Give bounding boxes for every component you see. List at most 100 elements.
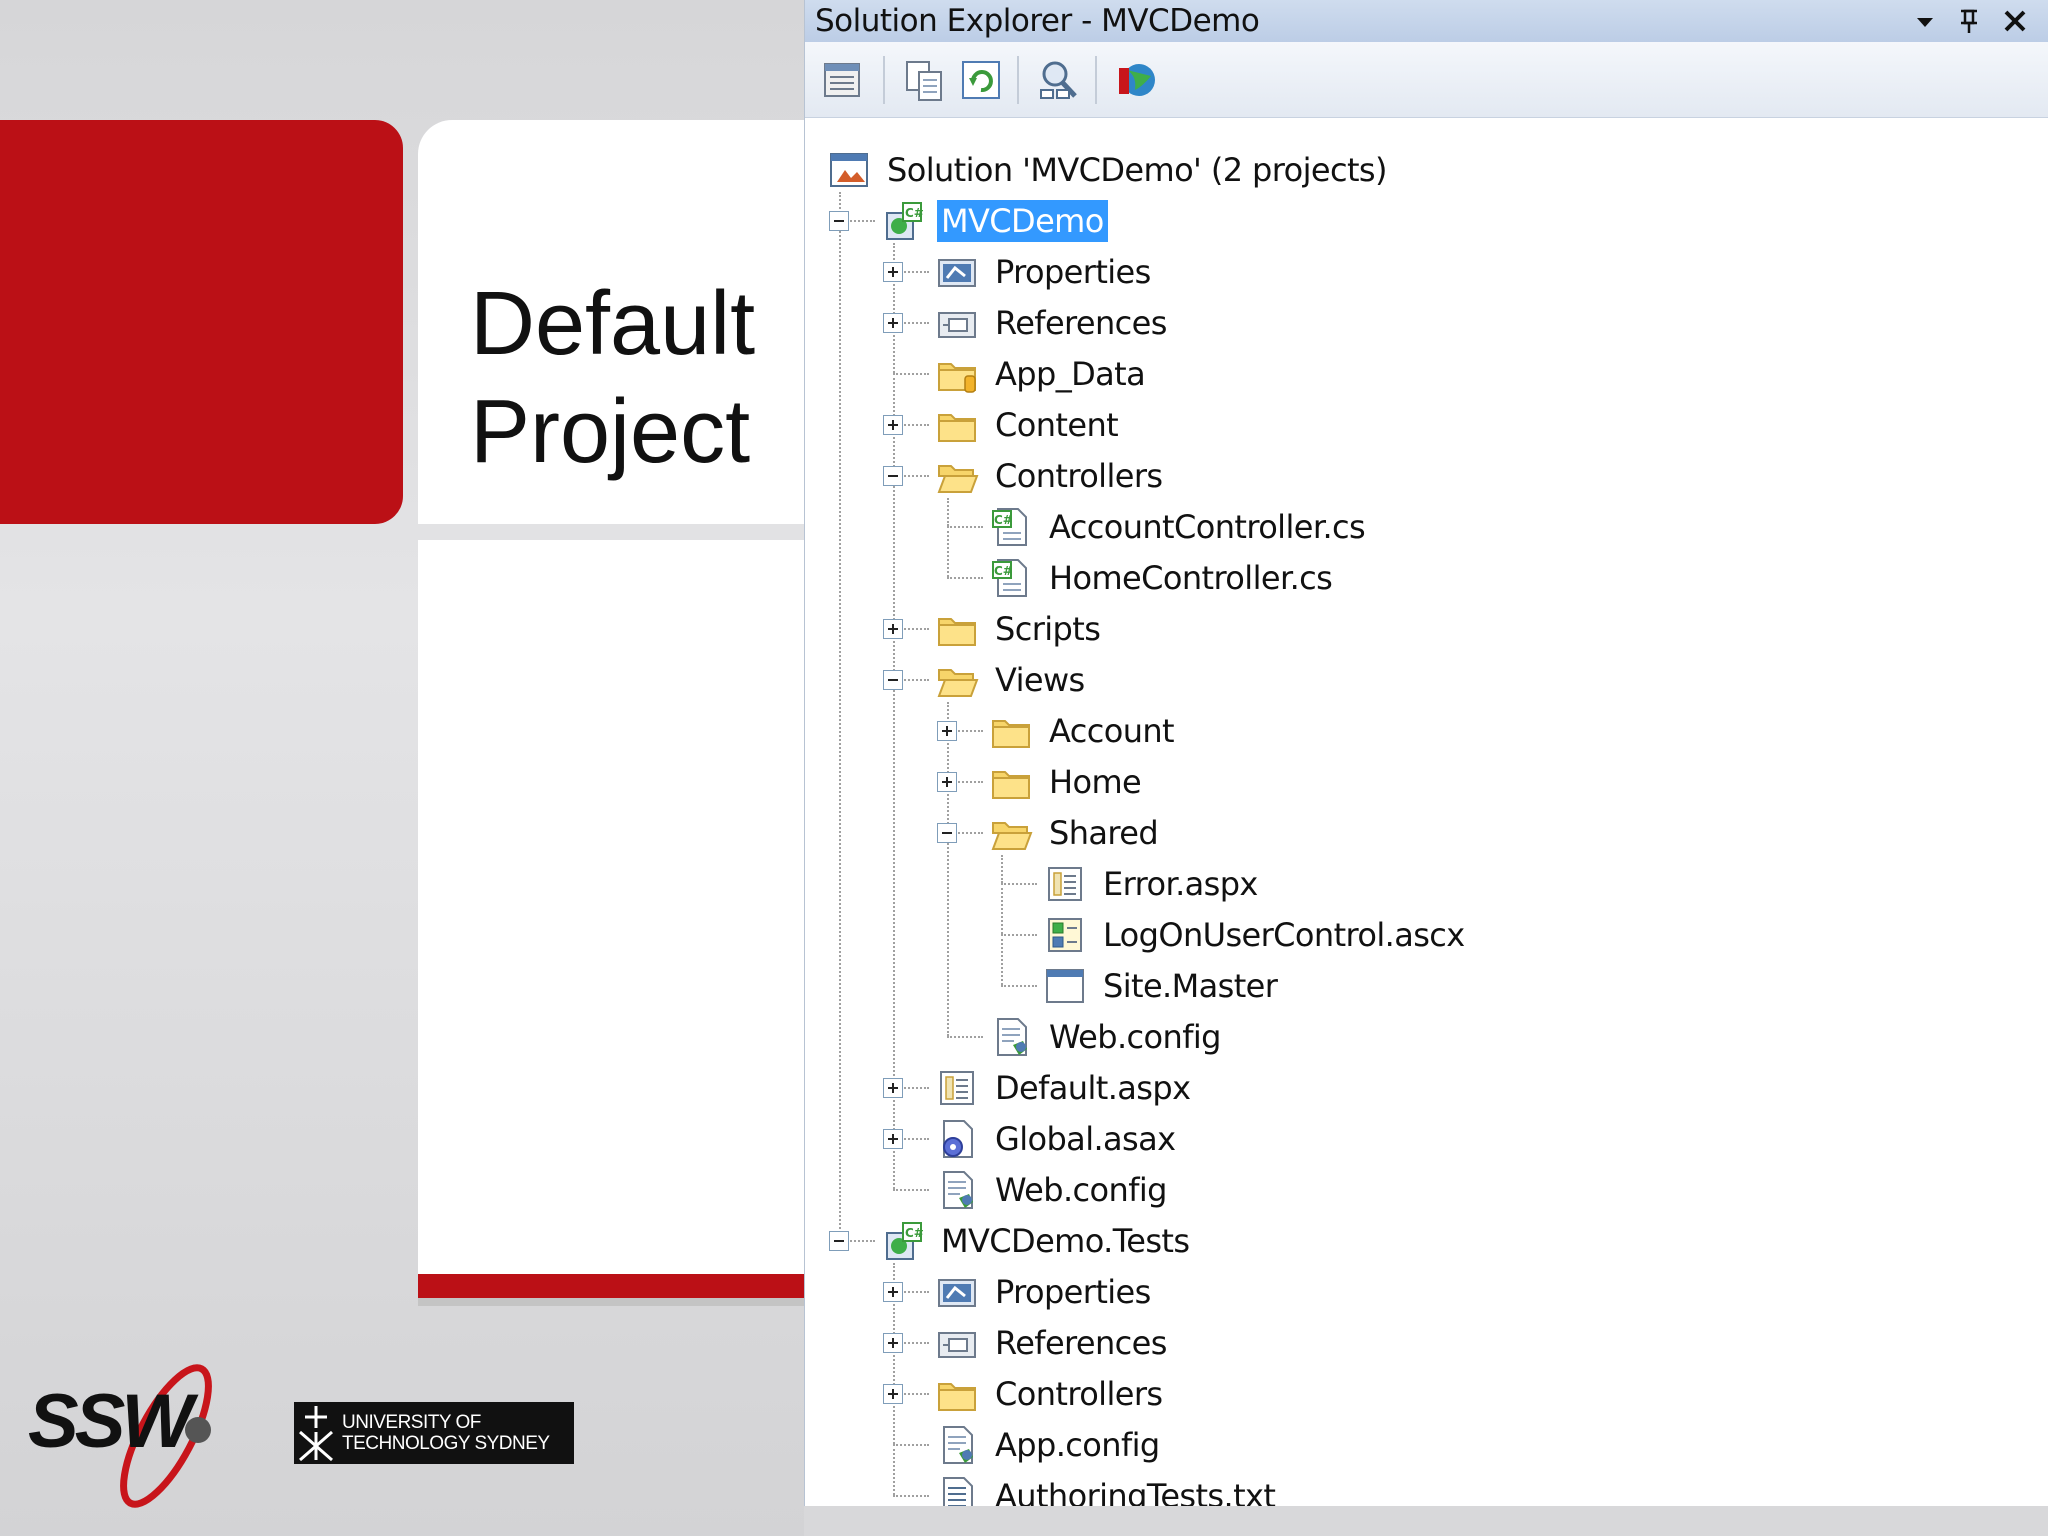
- folder-icon: [938, 1382, 976, 1411]
- web-config-icon[interactable]: [1113, 56, 1161, 104]
- tree-node[interactable]: Default.aspx: [935, 1062, 1194, 1113]
- svg-text:C#: C#: [905, 1226, 924, 1240]
- solution-explorer-title: Solution Explorer - MVCDemo: [815, 3, 1260, 39]
- tree-node[interactable]: Web.config: [935, 1164, 1171, 1215]
- open-folder-icon: [937, 464, 979, 493]
- expand-toggle-icon[interactable]: [883, 415, 903, 435]
- tree-node[interactable]: Views: [935, 654, 1089, 705]
- svg-text:C#: C#: [994, 513, 1013, 527]
- show-all-files-icon[interactable]: [901, 56, 949, 104]
- tree-node-label: LogOnUserControl.ascx: [1103, 915, 1465, 954]
- tree-connector: [893, 1495, 929, 1497]
- uts-line-1: UNIVERSITY OF: [342, 1412, 481, 1433]
- tree-node[interactable]: Properties: [935, 1266, 1155, 1317]
- tree-connector: [947, 498, 949, 526]
- csharp-file-icon: C#: [992, 507, 1027, 546]
- expand-toggle-icon[interactable]: [937, 772, 957, 792]
- uts-emblem-icon: [299, 1406, 333, 1462]
- tree-node[interactable]: Content: [935, 399, 1122, 450]
- tree-node[interactable]: App_Data: [935, 348, 1149, 399]
- tree-connector: [947, 832, 949, 1036]
- tree-node[interactable]: Web.config: [989, 1011, 1225, 1062]
- tree-node[interactable]: Controllers: [935, 1368, 1166, 1419]
- csharp-web-project-icon: C#: [886, 201, 924, 240]
- folder-icon: [992, 719, 1030, 748]
- expand-toggle-icon[interactable]: [883, 1078, 903, 1098]
- folder-icon: [992, 770, 1030, 799]
- collapse-toggle-icon[interactable]: [937, 823, 957, 843]
- tree-connector: [893, 679, 895, 1087]
- collapse-toggle-icon[interactable]: [883, 670, 903, 690]
- tree-node[interactable]: Scripts: [935, 603, 1104, 654]
- view-class-diagram-icon[interactable]: [1035, 56, 1083, 104]
- tree-node-label: App_Data: [995, 354, 1146, 393]
- config-file-icon: [997, 1017, 1027, 1056]
- tree-node[interactable]: Global.asax: [935, 1113, 1179, 1164]
- tree-node-label: Default.aspx: [995, 1068, 1191, 1107]
- folder-icon: [938, 413, 976, 442]
- tree-node-label: Home: [1049, 762, 1142, 801]
- tree-node-label: References: [995, 1323, 1167, 1362]
- pin-icon[interactable]: [1949, 0, 1989, 42]
- tree-node-label: Views: [995, 660, 1085, 699]
- dropdown-arrow-icon[interactable]: [1905, 0, 1945, 42]
- expand-toggle-icon[interactable]: [937, 721, 957, 741]
- tree-node[interactable]: Shared: [989, 807, 1162, 858]
- close-icon[interactable]: [1995, 0, 2035, 42]
- tree-node-label: MVCDemo: [937, 199, 1108, 242]
- toolbar-separator: [1095, 56, 1097, 104]
- tree-connector: [893, 1444, 895, 1495]
- expand-toggle-icon[interactable]: [883, 313, 903, 333]
- expand-toggle-icon[interactable]: [883, 1384, 903, 1404]
- open-folder-icon: [991, 821, 1033, 850]
- config-file-icon: [943, 1425, 973, 1464]
- tree-node[interactable]: References: [935, 1317, 1171, 1368]
- tree-connector: [893, 475, 895, 628]
- tree-node[interactable]: Home: [989, 756, 1145, 807]
- red-accent-block: [0, 120, 403, 524]
- app-data-folder-icon: [938, 362, 976, 393]
- tree-node[interactable]: C# AccountController.cs: [989, 501, 1369, 552]
- bottom-strip: [804, 1506, 2048, 1536]
- tree-node-label: Shared: [1049, 813, 1159, 852]
- uts-logo: UNIVERSITY OF TECHNOLOGY SYDNEY: [294, 1402, 574, 1464]
- tree-node-label: Error.aspx: [1103, 864, 1258, 903]
- uts-line-2: TECHNOLOGY SYDNEY: [342, 1433, 550, 1454]
- content-red-bar: [418, 1274, 818, 1298]
- tree-node[interactable]: References: [935, 297, 1171, 348]
- tree-node[interactable]: Error.aspx: [1043, 858, 1262, 909]
- tree-connector: [947, 1036, 983, 1038]
- tree-node[interactable]: C# HomeController.cs: [989, 552, 1336, 603]
- collapse-toggle-icon[interactable]: [829, 1231, 849, 1251]
- tree-node[interactable]: LogOnUserControl.ascx: [1043, 909, 1469, 960]
- refresh-icon[interactable]: [957, 56, 1005, 104]
- tree-node[interactable]: App.config: [935, 1419, 1164, 1470]
- config-file-icon: [943, 1170, 973, 1209]
- tree-node-label: AccountController.cs: [1049, 507, 1366, 546]
- collapse-toggle-icon[interactable]: [883, 466, 903, 486]
- properties-folder-icon: [938, 1278, 976, 1307]
- tree-node[interactable]: Controllers: [935, 450, 1166, 501]
- ascx-file-icon: [1048, 917, 1082, 952]
- properties-icon[interactable]: [819, 56, 867, 104]
- tree-node[interactable]: C# MVCDemo: [881, 195, 1108, 246]
- tree-node[interactable]: C# MVCDemo.Tests: [881, 1215, 1193, 1266]
- solution-explorer-toolbar: [805, 42, 2048, 118]
- expand-toggle-icon[interactable]: [883, 262, 903, 282]
- tree-node[interactable]: Properties: [935, 246, 1155, 297]
- collapse-toggle-icon[interactable]: [829, 211, 849, 231]
- tree-node-label: Web.config: [995, 1170, 1167, 1209]
- expand-toggle-icon[interactable]: [883, 1129, 903, 1149]
- slide-title: Default Project: [470, 270, 755, 486]
- tree-node[interactable]: Site.Master: [1043, 960, 1281, 1011]
- expand-toggle-icon[interactable]: [883, 619, 903, 639]
- tree-node[interactable]: Account: [989, 705, 1178, 756]
- tree-node[interactable]: Solution 'MVCDemo' (2 projects): [827, 144, 1391, 195]
- slide-title-line-1: Default: [470, 274, 756, 374]
- content-card-shadow: [418, 1298, 818, 1306]
- expand-toggle-icon[interactable]: [883, 1333, 903, 1353]
- tree-node-label: Site.Master: [1103, 966, 1278, 1005]
- csharp-file-icon: C#: [992, 558, 1027, 597]
- folder-icon: [938, 617, 976, 646]
- expand-toggle-icon[interactable]: [883, 1282, 903, 1302]
